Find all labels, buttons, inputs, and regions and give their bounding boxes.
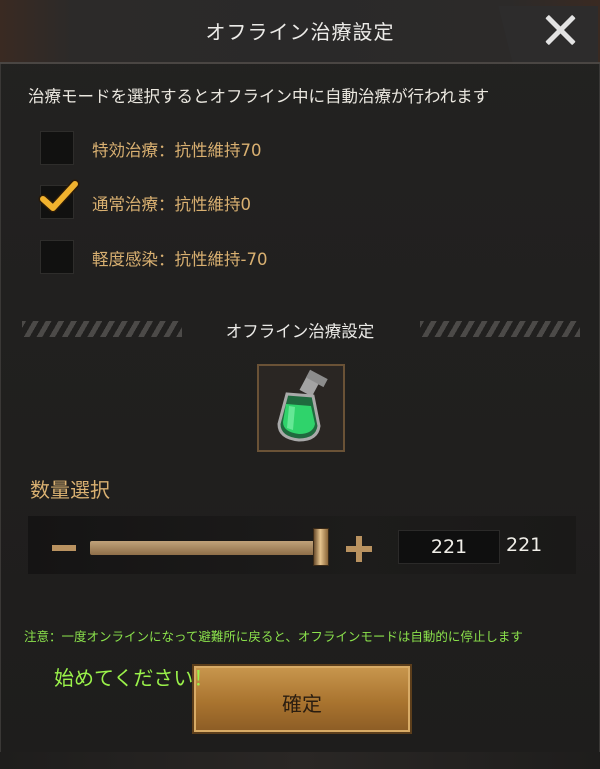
option-label: 通常治療：抗性維持0 — [92, 195, 251, 214]
option-label: 特効治療：抗性維持70 — [92, 141, 262, 160]
start-message: 始めてください！ — [54, 666, 214, 690]
bottom-decoration — [0, 752, 600, 769]
option-label: 軽度感染：抗性維持-70 — [92, 250, 268, 269]
quantity-title: 数量選択 — [30, 478, 110, 502]
checkbox[interactable] — [40, 240, 74, 274]
close-icon[interactable] — [544, 14, 576, 46]
section-title: オフライン治療設定 — [225, 322, 375, 341]
slider-handle[interactable] — [313, 528, 329, 566]
instruction-text: 治療モードを選択するとオフライン中に自動治療が行われます — [28, 87, 490, 106]
minus-icon[interactable] — [52, 545, 76, 551]
notice-text: 注意：一度オンラインになって避難所に戻ると、オフラインモードは自動的に停止します — [24, 629, 523, 644]
slider-fill — [90, 541, 325, 555]
green-medicine-bottle-icon — [277, 369, 328, 442]
confirm-button[interactable]: 確定 — [192, 664, 412, 734]
quantity-slider[interactable] — [90, 541, 325, 555]
title-bar: オフライン治療設定 — [0, 0, 600, 64]
plus-icon[interactable] — [346, 536, 372, 562]
confirm-label: 確定 — [282, 692, 322, 716]
item-slot[interactable] — [257, 364, 345, 452]
checkmark-icon — [38, 179, 80, 213]
checkbox[interactable] — [40, 131, 74, 165]
quantity-max: 221 — [506, 534, 543, 556]
quantity-input[interactable]: 221 — [398, 530, 500, 564]
